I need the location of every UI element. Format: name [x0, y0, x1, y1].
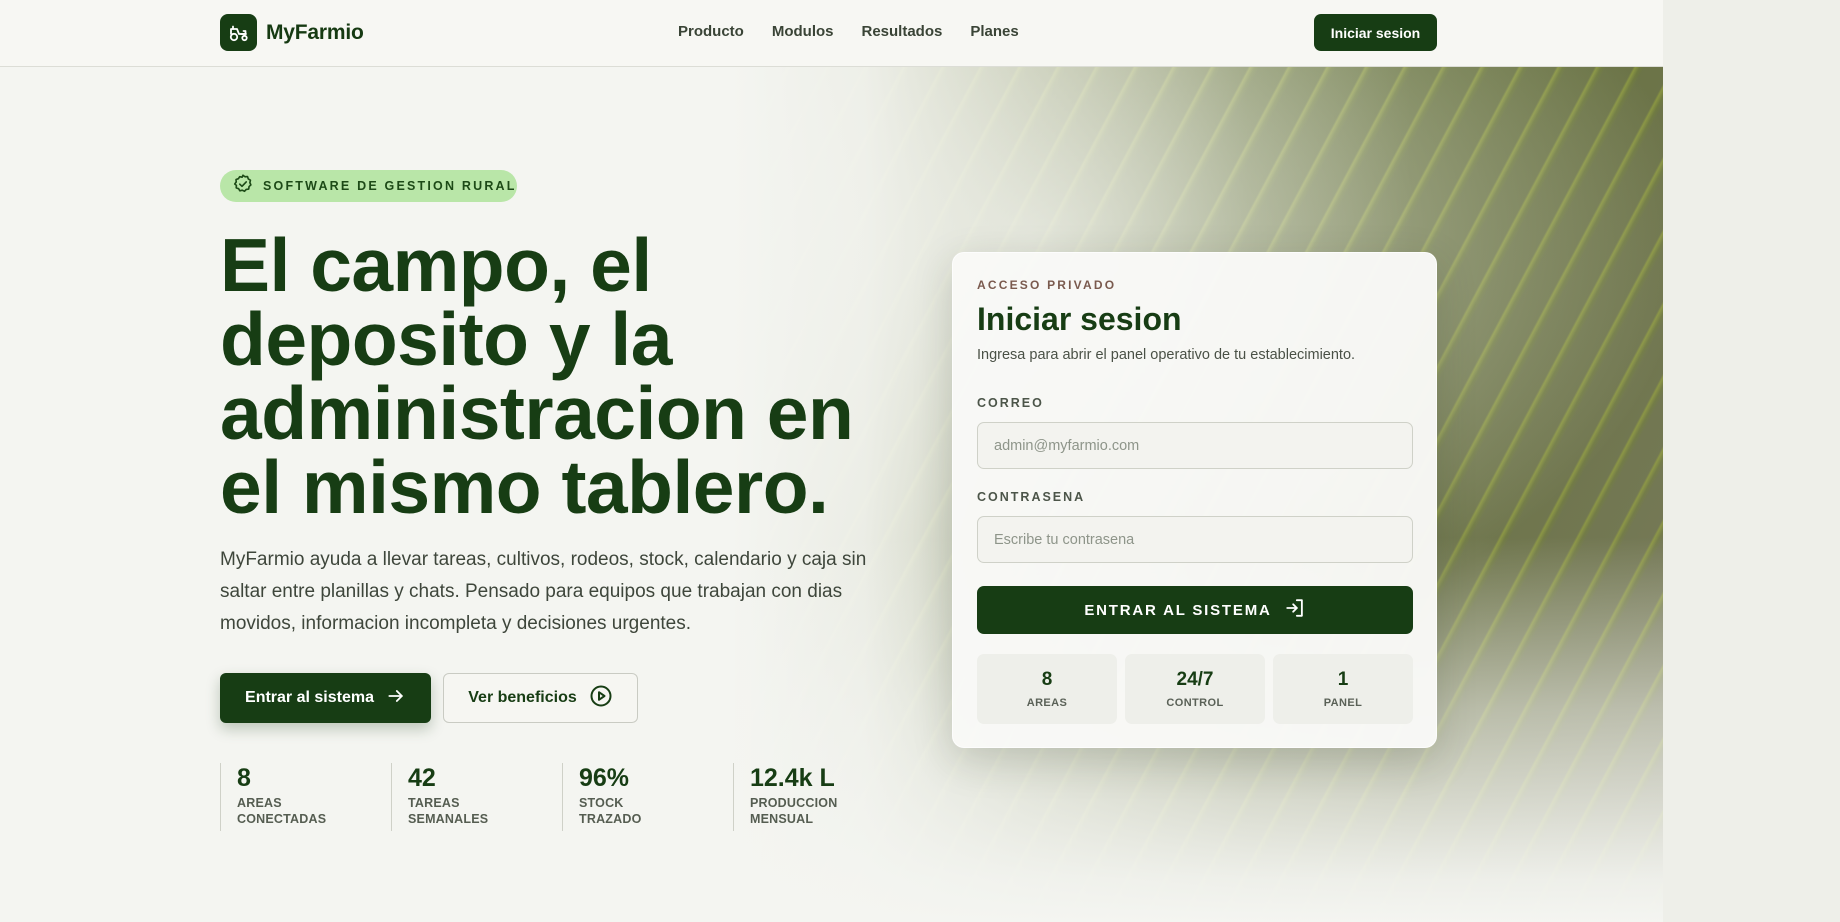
login-card: ACCESO PRIVADO Iniciar sesion Ingresa pa…	[952, 252, 1437, 748]
play-circle-icon	[589, 684, 613, 713]
stat-item: 8 AREAS CONECTADAS	[220, 763, 391, 831]
headline-line: el mismo tablero.	[220, 445, 829, 529]
page-gutter	[1663, 0, 1840, 922]
login-eyebrow: ACCESO PRIVADO	[977, 278, 1117, 292]
nav-link-modulos[interactable]: Modulos	[772, 23, 834, 40]
mini-stat-value: 24/7	[1176, 669, 1214, 690]
login-submit-button[interactable]: ENTRAR AL SISTEMA	[977, 586, 1413, 634]
stat-value: 42	[408, 764, 436, 792]
login-submit-label: ENTRAR AL SISTEMA	[1084, 601, 1272, 619]
enter-system-button[interactable]: Entrar al sistema	[220, 673, 431, 723]
nav-link-producto[interactable]: Producto	[678, 23, 744, 40]
mini-stat-label: PANEL	[1323, 697, 1363, 709]
mini-stat: 8 AREAS	[977, 654, 1117, 724]
login-subtitle: Ingresa para abrir el panel operativo de…	[977, 347, 1356, 363]
hero-description: MyFarmio ayuda a llevar tareas, cultivos…	[220, 549, 867, 634]
stat-item: 12.4k L PRODUCCION MENSUAL	[733, 763, 904, 831]
hero-headline: El campo, el deposito y la administracio…	[220, 223, 920, 529]
stat-value: 96%	[579, 764, 630, 792]
verified-badge-icon	[232, 173, 254, 200]
stat-label: AREAS CONECTADAS	[237, 796, 327, 826]
category-badge: SOFTWARE DE GESTION RURAL	[220, 170, 517, 202]
login-mini-stats: 8 AREAS 24/7 CONTROL 1 PANEL	[977, 654, 1413, 724]
main-nav: Producto Modulos Resultados Planes	[678, 23, 1019, 40]
brand-name: MyFarmio	[266, 20, 364, 44]
mini-stat-label: CONTROL	[1166, 697, 1224, 709]
enter-system-label: Entrar al sistema	[245, 689, 374, 706]
view-benefits-label: Ver beneficios	[468, 689, 577, 706]
hero-stats: 8 AREAS CONECTADAS 42 TAREAS SEMANALES 9…	[220, 763, 904, 831]
login-icon	[1284, 597, 1306, 623]
headline-line: administracion en	[220, 371, 854, 455]
stat-value: 12.4k L	[750, 764, 835, 792]
top-navbar: MyFarmio Producto Modulos Resultados Pla…	[0, 0, 1663, 67]
mini-stat-label: AREAS	[1026, 697, 1068, 709]
brand-logo-link[interactable]: MyFarmio	[220, 14, 364, 51]
view-benefits-button[interactable]: Ver beneficios	[443, 673, 638, 723]
login-nav-button[interactable]: Iniciar sesion	[1314, 14, 1437, 51]
stat-value: 8	[237, 764, 251, 792]
mini-stat: 24/7 CONTROL	[1125, 654, 1265, 724]
badge-label: SOFTWARE DE GESTION RURAL	[263, 179, 517, 193]
login-title: Iniciar sesion	[977, 301, 1182, 337]
password-field[interactable]	[977, 516, 1413, 563]
email-field[interactable]	[977, 422, 1413, 469]
nav-link-planes[interactable]: Planes	[970, 23, 1018, 40]
stat-label: STOCK TRAZADO	[579, 796, 642, 826]
nav-link-resultados[interactable]: Resultados	[862, 23, 943, 40]
password-label: CONTRASENA	[977, 490, 1086, 504]
tractor-icon	[220, 14, 257, 51]
mini-stat-value: 8	[1041, 669, 1053, 690]
stat-item: 42 TAREAS SEMANALES	[391, 763, 562, 831]
arrow-right-icon	[386, 686, 406, 711]
mini-stat-value: 1	[1337, 669, 1349, 690]
mini-stat: 1 PANEL	[1273, 654, 1413, 724]
stat-item: 96% STOCK TRAZADO	[562, 763, 733, 831]
headline-line: El campo, el	[220, 223, 652, 307]
headline-line: deposito y la	[220, 297, 672, 381]
stat-label: PRODUCCION MENSUAL	[750, 796, 838, 826]
stat-label: TAREAS SEMANALES	[408, 796, 489, 826]
landing-page: MyFarmio Producto Modulos Resultados Pla…	[0, 0, 1663, 922]
email-label: CORREO	[977, 396, 1044, 410]
